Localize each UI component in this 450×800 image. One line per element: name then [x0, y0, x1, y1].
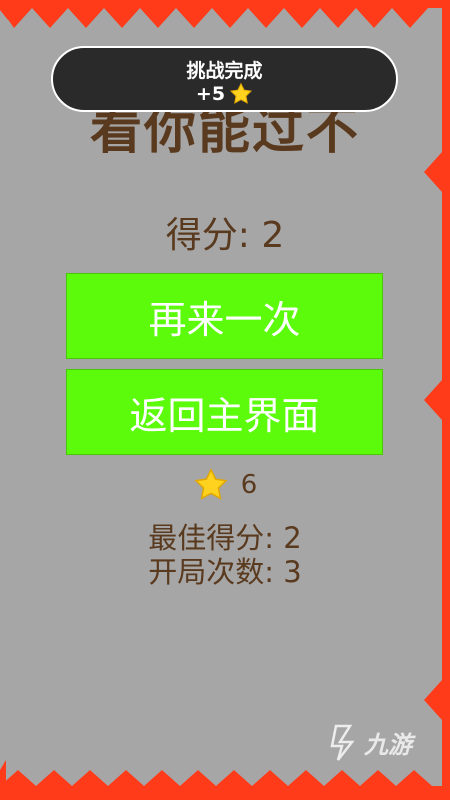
home-button-label: 返回主界面: [129, 393, 320, 438]
star-count-value: 6: [240, 470, 258, 500]
score-text: 得分: 2: [165, 215, 285, 256]
toast-title: 挑战完成: [186, 60, 263, 82]
star-count: 6: [0, 467, 450, 503]
star-icon: [194, 468, 228, 500]
watermark: 九游: [330, 722, 412, 762]
home-button[interactable]: 返回主界面: [66, 369, 383, 455]
retry-button-label: 再来一次: [148, 297, 301, 342]
play-count: 开局次数: 3: [148, 555, 302, 589]
stats-block: 最佳得分: 2 开局次数: 3: [0, 521, 450, 589]
toast-reward-value: +5: [195, 83, 226, 105]
challenge-complete-toast: 挑战完成 +5: [51, 46, 398, 112]
toast-reward: +5: [53, 82, 396, 106]
watermark-logo-icon: [330, 724, 355, 761]
watermark-text: 九游: [364, 730, 412, 759]
best-score: 最佳得分: 2: [148, 521, 302, 555]
star-icon: [229, 82, 253, 104]
retry-button[interactable]: 再来一次: [66, 273, 383, 359]
